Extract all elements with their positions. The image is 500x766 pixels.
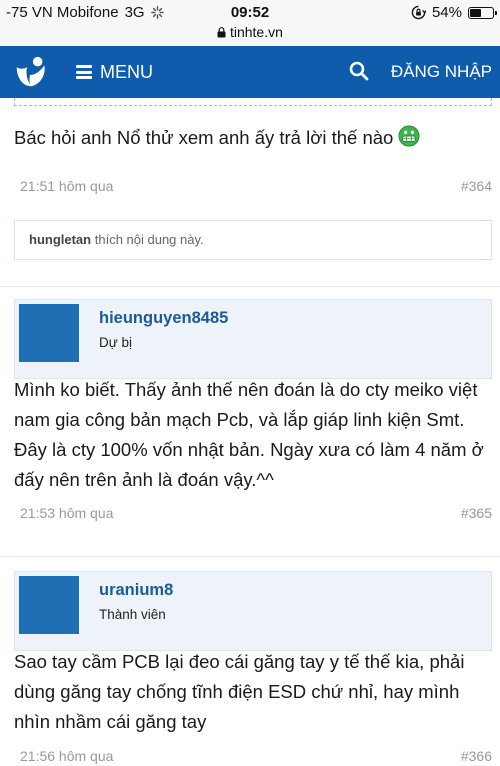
post-author-box: uranium8 Thành viên — [14, 571, 492, 651]
hamburger-icon — [76, 65, 92, 79]
post-time[interactable]: 21:53 hôm qua — [20, 505, 113, 521]
lock-icon — [217, 27, 226, 38]
message-line: Đây là cty 100% vốn nhật bản. Ngày xưa c… — [14, 439, 484, 460]
post-message: Sao tay cầm PCB lại đeo cái găng tay y t… — [14, 647, 464, 737]
login-button[interactable]: ĐĂNG NHẬP — [391, 46, 492, 98]
message-line: đấy nên trên ảnh là đoán vậy.^^ — [14, 469, 274, 490]
message-line: Sao tay cầm PCB lại đeo cái găng tay y t… — [14, 651, 465, 672]
post-number[interactable]: #365 — [461, 505, 492, 521]
message-line: dùng găng tay chống tĩnh điện ESD chứ nh… — [14, 681, 460, 702]
tinhte-logo-icon[interactable] — [12, 54, 50, 92]
post-message: Mình ko biết. Thấy ảnh thế nên đoán là d… — [14, 375, 484, 495]
menu-button[interactable]: MENU — [76, 46, 153, 98]
search-icon[interactable] — [348, 60, 370, 82]
post-time[interactable]: 21:51 hôm qua — [20, 178, 113, 194]
likes-text: thích nội dung này. — [94, 232, 204, 247]
post-time[interactable]: 21:56 hôm qua — [20, 748, 113, 764]
message-line: nhìn nhầm cái găng tay — [14, 711, 207, 732]
url-text: tinhte.vn — [229, 24, 283, 40]
user-role: Thành viên — [99, 607, 166, 622]
avatar[interactable] — [19, 576, 79, 634]
post-meta: 21:56 hôm qua #366 — [20, 748, 492, 764]
previous-quote-box — [14, 98, 492, 106]
username[interactable]: uranium8 — [99, 581, 173, 600]
avatar[interactable] — [19, 304, 79, 362]
url-bar[interactable]: tinhte.vn — [0, 22, 500, 46]
post-meta: 21:51 hôm qua #364 — [20, 178, 492, 194]
post-divider — [0, 286, 500, 287]
post-author-box: hieunguyen8485 Dự bị — [14, 299, 492, 379]
battery-icon — [468, 6, 497, 19]
post-message: Bác hỏi anh Nổ thử xem anh ấy trả lời th… — [14, 123, 421, 153]
user-role: Dự bị — [99, 335, 133, 350]
site-header: MENU ĐĂNG NHẬP — [0, 46, 500, 98]
username[interactable]: hieunguyen8485 — [99, 309, 228, 328]
post-number[interactable]: #364 — [461, 178, 492, 194]
menu-label: MENU — [100, 61, 153, 82]
post-text: Bác hỏi anh Nổ thử xem anh ấy trả lời th… — [14, 127, 394, 148]
battery-percent: 54% — [431, 4, 462, 21]
post-divider — [0, 556, 500, 557]
post-number[interactable]: #366 — [461, 748, 492, 764]
rotation-lock-icon — [411, 5, 426, 20]
message-line: Mình ko biết. Thấy ảnh thế nên đoán là d… — [14, 379, 478, 400]
post-meta: 21:53 hôm qua #365 — [20, 505, 492, 521]
message-line: nam gia công bản mạch Pcb, và lắp giáp l… — [14, 409, 465, 430]
likes-summary: hungletan thích nội dung này. — [14, 220, 492, 260]
grinning-emoji-icon — [398, 125, 421, 147]
liker-username[interactable]: hungletan — [29, 232, 91, 247]
